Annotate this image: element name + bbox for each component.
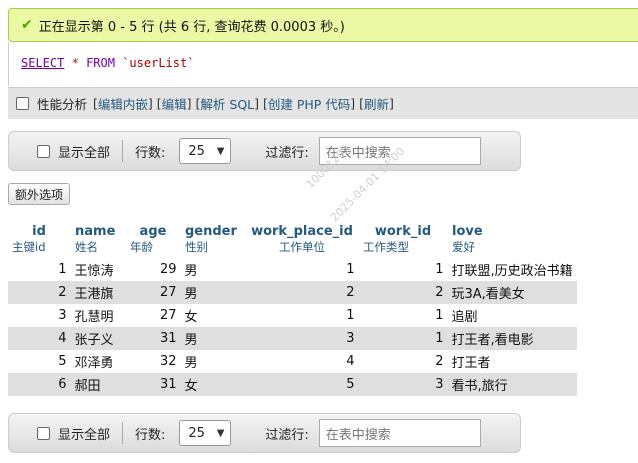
sql-star: *	[71, 56, 79, 70]
cell-work-place-id[interactable]: 5	[245, 373, 359, 396]
cell-age[interactable]: 27	[125, 281, 181, 304]
cell-age[interactable]: 31	[125, 327, 181, 350]
filter-rows-input[interactable]: 在表中搜索	[318, 137, 481, 165]
rows-select[interactable]: 25 ▼	[179, 420, 232, 446]
rows-label: 行数:	[135, 427, 166, 443]
column-header-work-id[interactable]: work_id 工作类型	[358, 222, 448, 258]
cell-gender[interactable]: 男	[180, 281, 246, 304]
cell-love[interactable]: 打联盟,历史政治书籍	[447, 258, 577, 281]
cell-name[interactable]: 邓泽勇	[70, 350, 126, 373]
cell-love[interactable]: 打王者	[447, 350, 577, 373]
show-all-label: 显示全部	[58, 427, 111, 443]
rows-label: 行数:	[135, 145, 166, 161]
table-row: 3 孔慧明 27 女 1 1 追剧	[8, 304, 577, 327]
sql-select-keyword[interactable]: SELECT	[21, 56, 64, 70]
divider	[122, 422, 124, 444]
cell-gender[interactable]: 女	[180, 304, 246, 327]
cell-id[interactable]: 5	[8, 350, 71, 373]
show-all-label: 显示全部	[58, 145, 111, 161]
cell-id[interactable]: 6	[8, 373, 71, 396]
check-icon: ✔	[21, 17, 33, 33]
column-header-id[interactable]: id 主键id	[8, 222, 71, 258]
table-header-row: id 主键id name 姓名 age 年龄 gender 性别 work_place_…	[8, 222, 578, 258]
cell-work-place-id[interactable]: 1	[245, 304, 359, 327]
rows-select[interactable]: 25 ▼	[179, 138, 232, 164]
cell-work-id[interactable]: 1	[358, 304, 448, 327]
sql-query-box[interactable]: SELECT * FROM `userList`	[8, 42, 638, 86]
cell-age[interactable]: 31	[125, 373, 181, 396]
create-php-code-link[interactable]: 创建 PHP 代码	[268, 94, 350, 113]
cell-work-place-id[interactable]: 1	[245, 258, 359, 281]
table-row: 5 邓泽勇 32 男 4 2 打王者	[8, 350, 577, 373]
cell-work-place-id[interactable]: 2	[245, 281, 359, 304]
cell-id[interactable]: 1	[8, 258, 71, 281]
success-message: 正在显示第 0 - 5 行 (共 6 行, 查询花费 0.0003 秒。)	[38, 19, 345, 35]
explain-sql-link[interactable]: 解析 SQL	[200, 94, 254, 113]
table-row: 6 郝田 31 女 5 3 看书,旅行	[8, 373, 577, 396]
cell-work-place-id[interactable]: 3	[245, 327, 359, 350]
cell-name[interactable]: 孔慧明	[70, 304, 126, 327]
cell-work-place-id[interactable]: 4	[245, 350, 359, 373]
cell-work-id[interactable]: 3	[358, 373, 448, 396]
navigation-bar-top: 显示全部 行数: 25 ▼ 过滤行: 在表中搜索	[8, 131, 521, 171]
column-header-name[interactable]: name 姓名	[70, 222, 126, 258]
filter-rows-input[interactable]: 在表中搜索	[318, 419, 481, 447]
cell-name[interactable]: 王港旗	[70, 281, 126, 304]
cell-name[interactable]: 张子义	[70, 327, 126, 350]
navigation-bar-bottom: 显示全部 行数: 25 ▼ 过滤行: 在表中搜索	[8, 413, 521, 453]
profiling-checkbox[interactable]	[16, 97, 29, 110]
cell-gender[interactable]: 男	[180, 327, 246, 350]
table-row: 1 王惊涛 29 男 1 1 打联盟,历史政治书籍	[8, 258, 577, 281]
cell-id[interactable]: 4	[8, 327, 71, 350]
column-header-gender[interactable]: gender 性别	[180, 222, 246, 258]
sql-from-keyword: FROM	[86, 56, 115, 70]
cell-gender[interactable]: 女	[180, 373, 246, 396]
cell-love[interactable]: 追剧	[447, 304, 577, 327]
cell-name[interactable]: 王惊涛	[70, 258, 126, 281]
cell-work-id[interactable]: 2	[358, 281, 448, 304]
divider	[122, 140, 124, 162]
chevron-down-icon: ▼	[216, 427, 225, 439]
column-header-love[interactable]: love 爱好	[447, 222, 578, 258]
cell-id[interactable]: 2	[8, 281, 71, 304]
sql-table-name: `userList`	[122, 56, 195, 70]
results-table: id 主键id name 姓名 age 年龄 gender 性别 work_place_…	[8, 222, 578, 396]
cell-love[interactable]: 玩3A,看美女	[447, 281, 577, 304]
show-all-checkbox[interactable]	[37, 144, 50, 158]
column-header-work-place-id[interactable]: work_place_id 工作单位	[245, 222, 359, 258]
filter-rows-label: 过滤行:	[265, 427, 309, 443]
profiling-label: 性能分析	[37, 97, 88, 112]
cell-work-id[interactable]: 1	[358, 327, 448, 350]
refresh-link[interactable]: 刷新	[364, 94, 389, 113]
table-row: 4 张子义 31 男 3 1 打王者,看电影	[8, 327, 577, 350]
cell-gender[interactable]: 男	[180, 258, 246, 281]
cell-age[interactable]: 29	[125, 258, 181, 281]
chevron-down-icon: ▼	[216, 145, 225, 157]
cell-id[interactable]: 3	[8, 304, 71, 327]
cell-love[interactable]: 看书,旅行	[447, 373, 577, 396]
column-header-age[interactable]: age 年龄	[125, 222, 181, 258]
cell-work-id[interactable]: 1	[358, 258, 448, 281]
cell-gender[interactable]: 男	[180, 350, 246, 373]
show-all-checkbox[interactable]	[37, 426, 50, 440]
table-row: 2 王港旗 27 男 2 2 玩3A,看美女	[8, 281, 577, 304]
query-tools-bar: 性能分析 [ 编辑内嵌 ] [ 编辑 ] [ 解析 SQL ] [ 创建 PHP…	[8, 87, 638, 119]
cell-love[interactable]: 打王者,看电影	[447, 327, 577, 350]
edit-link[interactable]: 编辑	[162, 94, 187, 113]
cell-age[interactable]: 27	[125, 304, 181, 327]
inline-edit-link[interactable]: 编辑内嵌	[98, 94, 148, 113]
cell-work-id[interactable]: 2	[358, 350, 448, 373]
filter-rows-label: 过滤行:	[265, 145, 309, 161]
cell-name[interactable]: 郝田	[70, 373, 126, 396]
cell-age[interactable]: 32	[125, 350, 181, 373]
success-message-bar: ✔ 正在显示第 0 - 5 行 (共 6 行, 查询花费 0.0003 秒。)	[8, 8, 638, 42]
extra-options-button[interactable]: 额外选项	[8, 183, 71, 205]
